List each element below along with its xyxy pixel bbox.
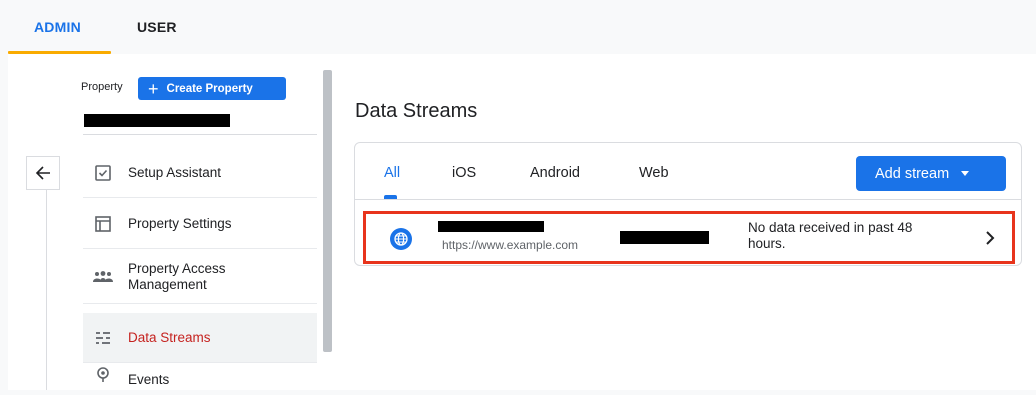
add-stream-label: Add stream — [875, 165, 950, 182]
admin-page: Property + Create Property Setup Assista… — [8, 54, 1036, 390]
create-property-label: Create Property — [166, 82, 253, 95]
property-label: Property — [81, 81, 123, 93]
people-icon — [92, 266, 114, 288]
nav-item-label: Data Streams — [128, 329, 211, 345]
nav-rail-divider — [46, 190, 47, 390]
top-tab-bar: ADMIN USER — [0, 0, 1036, 54]
nav-item-setup-assistant[interactable]: Setup Assistant — [83, 148, 317, 198]
nav-item-label: Property Settings — [128, 215, 232, 231]
checklist-icon — [92, 162, 114, 184]
back-button[interactable] — [26, 156, 60, 190]
dropdown-arrow-icon — [961, 171, 970, 176]
nav-item-label: Property Access Management — [128, 260, 226, 292]
data-streams-card: All iOS Android Web Add stream https://w… — [354, 142, 1022, 266]
tab-all[interactable]: All — [384, 165, 400, 181]
stream-row[interactable]: https://www.example.com No data received… — [363, 211, 1015, 264]
tab-ios[interactable]: iOS — [452, 165, 476, 181]
events-icon — [92, 366, 114, 384]
nav-scrollbar[interactable] — [323, 70, 332, 352]
layout-icon — [92, 213, 114, 235]
plus-icon: + — [148, 78, 159, 99]
create-property-button[interactable]: + Create Property — [138, 77, 286, 100]
property-divider — [83, 134, 317, 135]
nav-item-property-settings[interactable]: Property Settings — [83, 199, 317, 249]
tab-web[interactable]: Web — [639, 165, 669, 181]
streams-icon — [92, 327, 114, 349]
tab-user[interactable]: USER — [137, 19, 177, 35]
arrow-back-icon — [35, 166, 50, 180]
nav-item-events[interactable]: Events — [83, 366, 317, 390]
nav-item-label: Events — [128, 372, 170, 387]
nav-item-label: Setup Assistant — [128, 164, 222, 180]
property-name-redacted[interactable] — [84, 114, 230, 127]
add-stream-button[interactable]: Add stream — [856, 156, 1006, 191]
page-title: Data Streams — [355, 100, 478, 122]
nav-item-data-streams[interactable]: Data Streams — [83, 313, 317, 363]
tab-admin[interactable]: ADMIN — [34, 19, 81, 35]
tab-divider — [355, 199, 1021, 200]
nav-item-property-access-management[interactable]: Property Access Management — [83, 250, 317, 304]
highlight-box — [363, 211, 1015, 264]
tab-android[interactable]: Android — [530, 165, 580, 181]
